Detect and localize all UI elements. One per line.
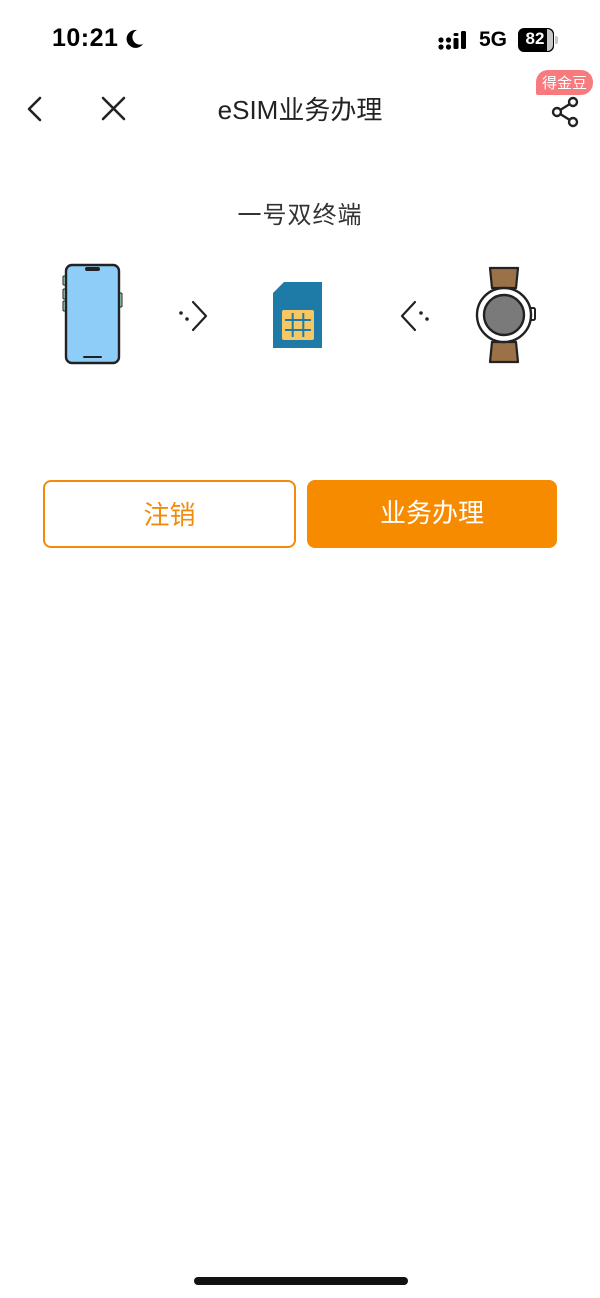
phone-icon (62, 263, 123, 365)
moon-icon (126, 29, 143, 48)
network-type-label: 5G (479, 28, 508, 51)
action-buttons: 注销 业务办理 (0, 480, 600, 550)
home-indicator[interactable] (194, 1277, 408, 1285)
sim-card-icon (273, 282, 322, 348)
section-title: 一号双终端 (237, 202, 363, 229)
smartwatch-icon (475, 266, 536, 364)
arrow-left-icon (400, 300, 429, 332)
apply-service-button[interactable]: 业务办理 (307, 480, 557, 548)
battery-tip (555, 36, 558, 44)
back-chevron-icon[interactable] (18, 88, 54, 128)
arrow-right-icon (179, 300, 208, 332)
device-diagram (0, 258, 600, 370)
battery-level: 82 (525, 29, 545, 48)
close-icon[interactable] (96, 88, 132, 128)
status-time: 10:21 (52, 24, 119, 52)
cancel-service-button[interactable]: 注销 (43, 480, 296, 548)
nav-bar: eSIM业务办理 得金豆 (0, 70, 600, 136)
battery-indicator: 82 (518, 28, 560, 52)
cellular-signal-icon (438, 31, 466, 50)
share-icon[interactable] (546, 90, 586, 134)
page-title: eSIM业务办理 (217, 95, 383, 125)
status-bar: 10:21 5G 82 (0, 0, 600, 80)
